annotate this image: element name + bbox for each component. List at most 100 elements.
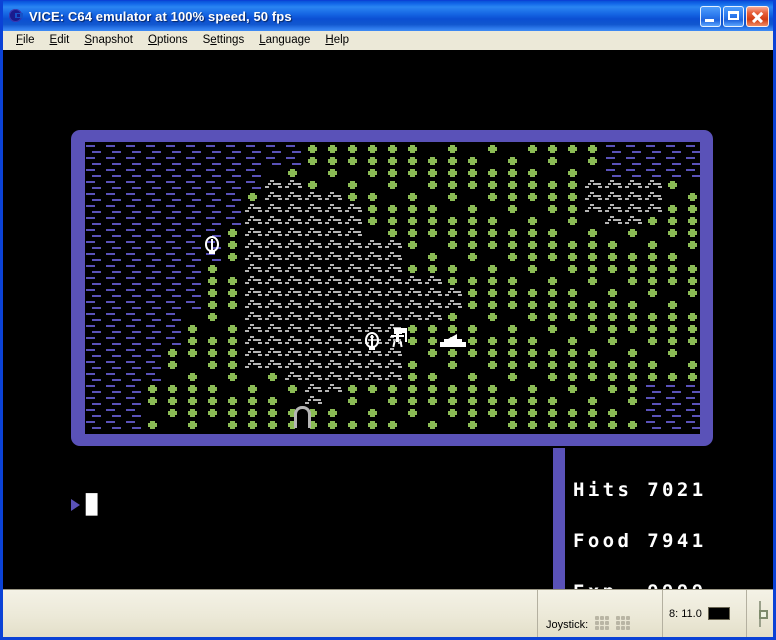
- terrain-tile-grass: [605, 250, 625, 262]
- prompt-cursor: █: [86, 494, 98, 516]
- terrain-tile-mountain: [645, 178, 665, 190]
- terrain-tile-grass: [265, 370, 285, 382]
- tape-status-panel[interactable]: [747, 590, 773, 637]
- terrain-tile-grass: [665, 346, 685, 358]
- terrain-tile-mountain: [305, 250, 325, 262]
- terrain-tile-water: [85, 178, 105, 190]
- menu-item-snapshot[interactable]: Snapshot: [77, 33, 141, 47]
- terrain-tile-mountain: [345, 334, 365, 346]
- terrain-tile-grass: [565, 358, 585, 370]
- terrain-tile-mountain: [325, 286, 345, 298]
- terrain-tile-grass: [605, 370, 625, 382]
- terrain-tile-mountain: [325, 322, 345, 334]
- close-button[interactable]: [746, 5, 769, 27]
- terrain-tile-grass: [465, 382, 485, 394]
- terrain-tile-mountain: [265, 358, 285, 370]
- terrain-tile-water: [245, 178, 265, 190]
- terrain-tile-water: [145, 370, 165, 382]
- minimize-button[interactable]: [700, 5, 721, 27]
- menu-item-edit[interactable]: Edit: [43, 33, 78, 47]
- terrain-tile-water: [85, 346, 105, 358]
- terrain-tile-grass: [465, 322, 485, 334]
- terrain-tile-water: [125, 346, 145, 358]
- terrain-tile-mountain: [385, 298, 405, 310]
- terrain-tile-grass: [505, 178, 525, 190]
- terrain-tile-mountain: [245, 202, 265, 214]
- emulator-canvas[interactable]: Hits 7021 Food 7941 Exp. 9999 Coin 1454 …: [3, 50, 773, 589]
- terrain-tile-water: [605, 154, 625, 166]
- drive-led-indicator: [707, 607, 730, 620]
- terrain-tile-grass: [305, 178, 325, 190]
- terrain-tile-water: [225, 178, 245, 190]
- terrain-tile-grass: [465, 406, 485, 418]
- terrain-tile-grass: [585, 346, 605, 358]
- terrain-tile-grass: [405, 370, 425, 382]
- terrain-tile-water: [85, 154, 105, 166]
- drive-status-panel[interactable]: 8: 11.0: [663, 590, 747, 637]
- terrain-tile-water: [105, 202, 125, 214]
- terrain-tile-mountain: [305, 298, 325, 310]
- terrain-tile-grass: [565, 214, 585, 226]
- terrain-tile-grass: [225, 370, 245, 382]
- terrain-tile-grass: [485, 166, 505, 178]
- terrain-tile-grass: [465, 286, 485, 298]
- terrain-tile-grass: [465, 166, 485, 178]
- terrain-tile-mountain: [245, 358, 265, 370]
- menu-item-settings[interactable]: Settings: [196, 33, 253, 47]
- terrain-tile-mountain: [305, 238, 325, 250]
- terrain-tile-grass: [645, 250, 665, 262]
- terrain-tile-grass: [425, 166, 445, 178]
- terrain-tile-mountain: [245, 298, 265, 310]
- stats-panel-accent-bar: [553, 448, 565, 589]
- terrain-tile-mountain: [245, 274, 265, 286]
- terrain-tile-mountain: [625, 202, 645, 214]
- terrain-tile-grass: [505, 370, 525, 382]
- terrain-tile-water: [605, 166, 625, 178]
- terrain-tile-layer: [85, 142, 700, 434]
- menu-item-language[interactable]: Language: [252, 33, 318, 47]
- terrain-tile-water: [105, 370, 125, 382]
- terrain-tile-grass: [485, 238, 505, 250]
- joystick-port-2[interactable]: [616, 616, 631, 630]
- terrain-tile-water: [625, 154, 645, 166]
- terrain-tile-grass: [565, 286, 585, 298]
- terrain-tile-mountain: [385, 286, 405, 298]
- terrain-tile-water: [185, 154, 205, 166]
- joystick-status-panel[interactable]: Joystick:: [538, 590, 663, 637]
- menu-item-options[interactable]: Options: [141, 33, 196, 47]
- terrain-tile-mountain: [385, 370, 405, 382]
- ship-sprite: [440, 334, 467, 348]
- terrain-tile-water: [105, 190, 125, 202]
- terrain-tile-mountain: [305, 382, 325, 394]
- terrain-tile-water: [265, 142, 285, 154]
- terrain-tile-grass: [685, 202, 700, 214]
- terrain-tile-mountain: [585, 202, 605, 214]
- joystick-port-1[interactable]: [595, 616, 610, 630]
- terrain-tile-mountain: [385, 250, 405, 262]
- terrain-tile-water: [685, 142, 700, 154]
- terrain-tile-water: [125, 250, 145, 262]
- terrain-tile-grass: [345, 142, 365, 154]
- terrain-tile-mountain: [605, 178, 625, 190]
- terrain-tile-water: [165, 178, 185, 190]
- terrain-tile-grass: [205, 298, 225, 310]
- terrain-tile-water: [125, 226, 145, 238]
- terrain-tile-mountain: [345, 250, 365, 262]
- terrain-tile-grass: [385, 142, 405, 154]
- terrain-tile-water: [85, 286, 105, 298]
- maximize-button[interactable]: [723, 5, 744, 27]
- terrain-tile-grass: [585, 394, 605, 406]
- terrain-tile-grass: [145, 418, 165, 430]
- terrain-tile-water: [665, 382, 685, 394]
- terrain-tile-water: [125, 178, 145, 190]
- terrain-tile-water: [105, 154, 125, 166]
- terrain-tile-mountain: [265, 262, 285, 274]
- menu-item-help[interactable]: Help: [318, 33, 357, 47]
- terrain-tile-water: [145, 262, 165, 274]
- terrain-tile-grass: [545, 394, 565, 406]
- terrain-tile-water: [105, 310, 125, 322]
- title-bar[interactable]: VICE: C64 emulator at 100% speed, 50 fps: [3, 0, 773, 31]
- terrain-tile-mountain: [245, 322, 265, 334]
- terrain-tile-mountain: [265, 274, 285, 286]
- menu-item-file[interactable]: File: [9, 33, 43, 47]
